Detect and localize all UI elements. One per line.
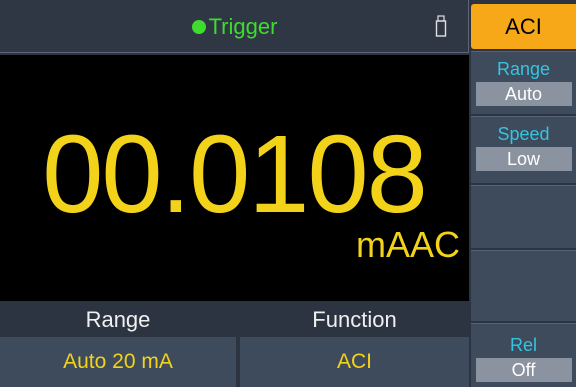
function-label: Function <box>312 307 397 332</box>
softkey-rel-value: Off <box>475 358 572 382</box>
softkey-speed[interactable]: Speed Low <box>471 116 576 183</box>
usb-icon <box>435 15 447 37</box>
softkey-blank-2[interactable] <box>471 250 576 321</box>
range-label: Range <box>85 307 151 332</box>
softkey-range[interactable]: Range Auto <box>471 51 576 114</box>
function-value: ACI <box>240 337 469 387</box>
softkey-range-label: Range <box>496 59 551 79</box>
softkey-range-value: Auto <box>475 82 572 106</box>
softkey-rel[interactable]: Rel Off <box>471 323 576 387</box>
measurement-unit: mAAC <box>355 224 460 265</box>
softkey-speed-label: Speed <box>497 124 550 144</box>
softkey-blank-1[interactable] <box>471 185 576 248</box>
trigger-indicator-dot <box>191 19 206 34</box>
range-value: Auto 20 mA <box>0 337 236 387</box>
softkey-speed-value: Low <box>475 147 572 171</box>
trigger-status: Trigger <box>0 0 469 53</box>
trigger-label: Trigger <box>208 13 278 39</box>
softkey-rel-label: Rel <box>509 335 537 355</box>
measurement-value: 00.0108 <box>42 113 428 236</box>
menu-title: ACI <box>471 4 576 49</box>
